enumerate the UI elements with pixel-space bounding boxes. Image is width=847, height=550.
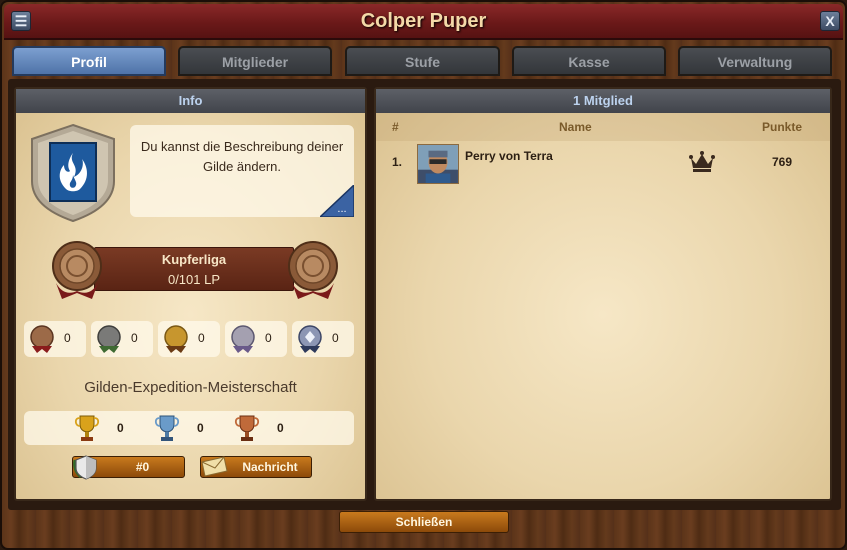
badge-gold: 0 [158, 321, 220, 357]
bronze-trophy-icon [234, 415, 260, 441]
badge-value: 0 [332, 331, 339, 345]
badge-silver: 0 [225, 321, 287, 357]
bronze-trophy-count: 0 [277, 421, 284, 435]
members-header: 1 Mitglied [376, 89, 830, 113]
badge-bronze: 0 [24, 321, 86, 357]
edit-dots: ... [337, 203, 346, 215]
flame-crest-icon [31, 123, 115, 223]
guild-rank-label: #0 [135, 460, 150, 474]
info-header: Info [16, 89, 365, 113]
iron-wreath-badge-icon [97, 325, 121, 353]
member-row[interactable]: 1. Perry von Terra 769 [376, 141, 830, 185]
gold-wreath-badge-icon [164, 325, 188, 353]
column-rank[interactable]: # [392, 120, 399, 134]
edit-description-button[interactable]: ... [320, 185, 354, 217]
badge-iron: 0 [91, 321, 153, 357]
tab-mitglieder[interactable]: Mitglieder [178, 46, 332, 76]
crystal-wreath-badge-icon [298, 325, 322, 353]
message-button[interactable]: Nachricht [200, 456, 312, 478]
silver-trophy-count: 0 [197, 421, 204, 435]
bronze-wreath-badge-icon [30, 325, 54, 353]
close-icon: X [825, 13, 835, 29]
tab-stufe[interactable]: Stufe [345, 46, 500, 76]
column-name[interactable]: Name [559, 120, 592, 134]
league-banner: Kupferliga 0/101 LP [46, 239, 338, 301]
avatar[interactable] [417, 144, 459, 184]
close-window-button[interactable]: X [820, 11, 840, 31]
close-button[interactable]: Schließen [339, 511, 509, 533]
badge-value: 0 [64, 331, 71, 345]
tab-verwaltung[interactable]: Verwaltung [678, 46, 832, 76]
tab-profil[interactable]: Profil [12, 46, 166, 76]
league-badges: 0 0 0 0 0 [24, 321, 358, 357]
guild-crest[interactable] [28, 123, 118, 223]
message-label: Nachricht [242, 460, 298, 474]
edit-corner-icon: ... [320, 185, 354, 217]
window-title: Colper Puper [360, 10, 487, 32]
info-panel: Info Du kannst die Beschreibung deiner G… [14, 87, 367, 501]
guild-description: Du kannst die Beschreibung deiner Gilde … [130, 125, 354, 217]
league-points: 0/101 LP [167, 272, 221, 287]
tab-kasse[interactable]: Kasse [512, 46, 666, 76]
column-points[interactable]: Punkte [762, 120, 802, 134]
expedition-title: Gilden-Expedition-Meisterschaft [84, 379, 297, 396]
members-panel: 1 Mitglied # Name Punkte 1. Perry von Te… [374, 87, 832, 501]
guild-window: ☰ Colper Puper X Profil Mitglieder Stufe… [0, 0, 847, 550]
member-rank: 1. [392, 155, 403, 169]
badge-crystal: 0 [292, 321, 354, 357]
tab-bar: Profil Mitglieder Stufe Kasse Verwaltung [10, 46, 836, 78]
silver-wreath-badge-icon [231, 325, 255, 353]
copper-medal-icon [52, 241, 102, 299]
member-points: 769 [772, 155, 793, 169]
copper-medal-icon [288, 241, 338, 299]
shield-laurel-icon [73, 455, 97, 480]
league-name: Kupferliga [161, 252, 227, 267]
title-bar: ☰ Colper Puper X [4, 4, 843, 40]
envelope-icon [201, 456, 228, 477]
member-name[interactable]: Perry von Terra [465, 149, 553, 163]
silver-trophy-icon [154, 415, 180, 441]
gold-trophy-count: 0 [117, 421, 124, 435]
badge-value: 0 [131, 331, 138, 345]
badge-value: 0 [265, 331, 272, 345]
crown-icon [689, 151, 715, 172]
guild-rank-button[interactable]: #0 [72, 455, 185, 480]
expedition-trophies: 0 0 0 [24, 411, 354, 445]
gold-trophy-icon [74, 415, 100, 441]
description-text: Du kannst die Beschreibung deiner Gilde … [140, 139, 344, 174]
badge-value: 0 [198, 331, 205, 345]
members-column-header: # Name Punkte [376, 113, 830, 141]
league-bar: Kupferliga 0/101 LP [94, 247, 294, 291]
